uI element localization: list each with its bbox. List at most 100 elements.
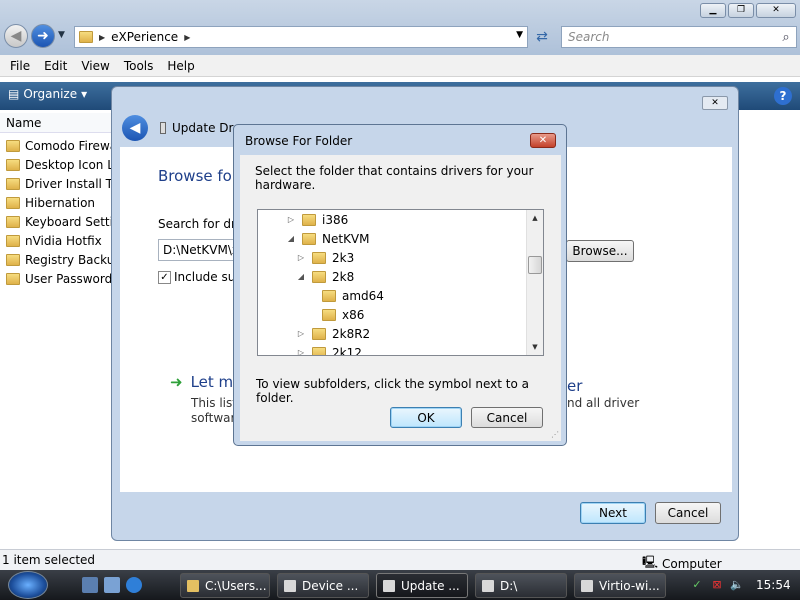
forward-button[interactable]: ➜ bbox=[31, 24, 55, 48]
menu-tools[interactable]: Tools bbox=[124, 59, 154, 73]
search-input[interactable]: Search bbox=[568, 30, 776, 44]
taskbar-button-virtio[interactable]: Virtio-wi... bbox=[574, 573, 666, 598]
wizard-heading: Browse for bbox=[158, 167, 239, 185]
address-crumb[interactable]: eXPerience bbox=[111, 30, 178, 44]
list-item[interactable]: Comodo Firewall bbox=[0, 136, 112, 155]
let-me-pick-link[interactable]: ➜ Let me bbox=[170, 373, 242, 391]
scroll-down-icon[interactable]: ▼ bbox=[527, 339, 543, 355]
chevron-right-icon[interactable]: ▶ bbox=[184, 33, 190, 42]
tree-item-2k8r2[interactable]: ▷ 2k8R2 bbox=[296, 324, 370, 343]
organize-icon: ▤ bbox=[8, 87, 20, 101]
show-desktop-icon[interactable] bbox=[82, 577, 98, 593]
expand-icon[interactable]: ▷ bbox=[296, 348, 306, 355]
tree-item-netkvm[interactable]: ◢ NetKVM bbox=[286, 229, 370, 248]
column-header-name[interactable]: Name bbox=[0, 113, 112, 133]
maximize-button[interactable]: ❐ bbox=[728, 3, 754, 18]
expand-icon[interactable]: ▷ bbox=[296, 329, 306, 338]
help-icon[interactable]: ? bbox=[774, 87, 792, 105]
list-item[interactable]: Keyboard Settings bbox=[0, 212, 112, 231]
cancel-button[interactable]: Cancel bbox=[655, 502, 721, 524]
chevron-down-icon: ▾ bbox=[81, 87, 88, 101]
folder-tree[interactable]: ▷ i386 ◢ NetKVM ▷ 2k3 ◢ 2k8 amd64 x86 ▷ … bbox=[257, 209, 544, 356]
search-box[interactable]: Search ⌕ bbox=[561, 26, 797, 48]
list-item-label: Registry Backup bbox=[25, 252, 112, 267]
internet-explorer-icon[interactable] bbox=[126, 577, 142, 593]
back-button[interactable]: ◀ bbox=[4, 24, 28, 48]
resize-grip-icon[interactable]: ⋰ bbox=[551, 430, 559, 439]
disc-icon bbox=[581, 579, 593, 592]
expand-icon[interactable]: ▷ bbox=[286, 215, 296, 224]
tree-item-label: 2k3 bbox=[332, 250, 355, 265]
tree-item-label: 2k8 bbox=[332, 269, 355, 284]
folder-icon bbox=[6, 177, 20, 190]
let-me-pick-label-tail[interactable]: er bbox=[567, 377, 582, 395]
list-item-label: Driver Install Tool bbox=[25, 176, 112, 191]
tree-item-amd64[interactable]: amd64 bbox=[306, 286, 384, 305]
taskbar-button-label: Device ... bbox=[302, 578, 359, 593]
organize-label: Organize bbox=[23, 87, 78, 101]
list-item[interactable]: Driver Install Tool bbox=[0, 174, 112, 193]
volume-icon[interactable]: 🔈 bbox=[730, 578, 744, 592]
scroll-up-icon[interactable]: ▲ bbox=[527, 210, 543, 226]
list-item[interactable]: nVidia Hotfix bbox=[0, 231, 112, 250]
tree-scrollbar[interactable]: ▲ ▼ bbox=[526, 210, 543, 355]
next-button[interactable]: Next bbox=[580, 502, 646, 524]
list-item[interactable]: Hibernation bbox=[0, 193, 112, 212]
minimize-button[interactable]: ▁ bbox=[700, 3, 726, 18]
browse-button[interactable]: Browse... bbox=[566, 240, 634, 262]
list-item[interactable]: User Password bbox=[0, 269, 112, 288]
taskbar-button-explorer[interactable]: C:\Users... bbox=[180, 573, 270, 598]
security-icon[interactable]: ✓ bbox=[690, 578, 704, 592]
tree-item-2k8[interactable]: ◢ 2k8 bbox=[296, 267, 354, 286]
ok-button[interactable]: OK bbox=[390, 407, 462, 428]
menu-help[interactable]: Help bbox=[167, 59, 194, 73]
status-location-label: Computer bbox=[662, 556, 722, 571]
list-item-label: Keyboard Settings bbox=[25, 214, 112, 229]
taskbar: C:\Users... Device ... Update ... D:\ Vi… bbox=[0, 570, 800, 600]
menu-file[interactable]: File bbox=[10, 59, 30, 73]
folder-icon bbox=[6, 253, 20, 266]
dialog-cancel-button[interactable]: Cancel bbox=[471, 407, 543, 428]
address-bar[interactable]: ▶ eXPerience ▶ ▼ bbox=[74, 26, 528, 48]
list-item[interactable]: Desktop Icon Layout bbox=[0, 155, 112, 174]
dialog-hint: To view subfolders, click the symbol nex… bbox=[256, 377, 529, 405]
address-dropdown[interactable]: ▼ bbox=[516, 30, 523, 40]
chevron-right-icon[interactable]: ▶ bbox=[99, 33, 105, 42]
collapse-icon[interactable]: ◢ bbox=[296, 272, 306, 281]
wizard-back-button[interactable]: ◀ bbox=[122, 115, 148, 141]
collapse-icon[interactable]: ◢ bbox=[286, 234, 296, 243]
drive-icon bbox=[482, 579, 494, 592]
tree-item-2k3[interactable]: ▷ 2k3 bbox=[296, 248, 354, 267]
network-icon[interactable]: ⊠ bbox=[710, 578, 724, 592]
start-button[interactable] bbox=[8, 571, 48, 599]
taskbar-button-update-driver[interactable]: Update ... bbox=[376, 573, 468, 598]
menu-edit[interactable]: Edit bbox=[44, 59, 67, 73]
expand-icon[interactable]: ▷ bbox=[296, 253, 306, 262]
description-tail: nd all driver bbox=[567, 396, 640, 410]
include-subfolders-checkbox[interactable]: ✓ bbox=[158, 270, 171, 284]
folder-icon bbox=[6, 196, 20, 209]
scroll-thumb[interactable] bbox=[528, 256, 542, 274]
organize-button[interactable]: ▤ Organize ▾ bbox=[8, 87, 87, 101]
close-button[interactable]: ✕ bbox=[756, 3, 796, 18]
status-bar: 1 item selected 🖳 Computer bbox=[0, 549, 800, 571]
dialog-close-button[interactable]: ✕ bbox=[530, 133, 556, 148]
list-item[interactable]: Registry Backup bbox=[0, 250, 112, 269]
taskbar-button-device-manager[interactable]: Device ... bbox=[277, 573, 369, 598]
history-dropdown[interactable]: ▼ bbox=[58, 30, 65, 40]
switch-windows-icon[interactable] bbox=[104, 577, 120, 593]
clock[interactable]: 15:54 bbox=[756, 578, 791, 592]
tree-item-2k12[interactable]: ▷ 2k12 bbox=[296, 343, 362, 355]
system-tray: ✓ ⊠ 🔈 15:54 bbox=[686, 570, 800, 600]
wizard-close-button[interactable]: ✕ bbox=[702, 96, 728, 110]
wizard-title: Update Dr bbox=[160, 121, 233, 135]
taskbar-button-drive[interactable]: D:\ bbox=[475, 573, 567, 598]
menu-view[interactable]: View bbox=[81, 59, 109, 73]
refresh-button[interactable]: ⇄ bbox=[530, 26, 554, 48]
taskbar-button-label: Virtio-wi... bbox=[599, 578, 660, 593]
tree-item-i386[interactable]: ▷ i386 bbox=[286, 210, 348, 229]
arrow-right-icon: ➜ bbox=[37, 28, 49, 44]
folder-icon bbox=[312, 327, 326, 340]
search-icon[interactable]: ⌕ bbox=[776, 30, 796, 45]
tree-item-x86[interactable]: x86 bbox=[306, 305, 364, 324]
